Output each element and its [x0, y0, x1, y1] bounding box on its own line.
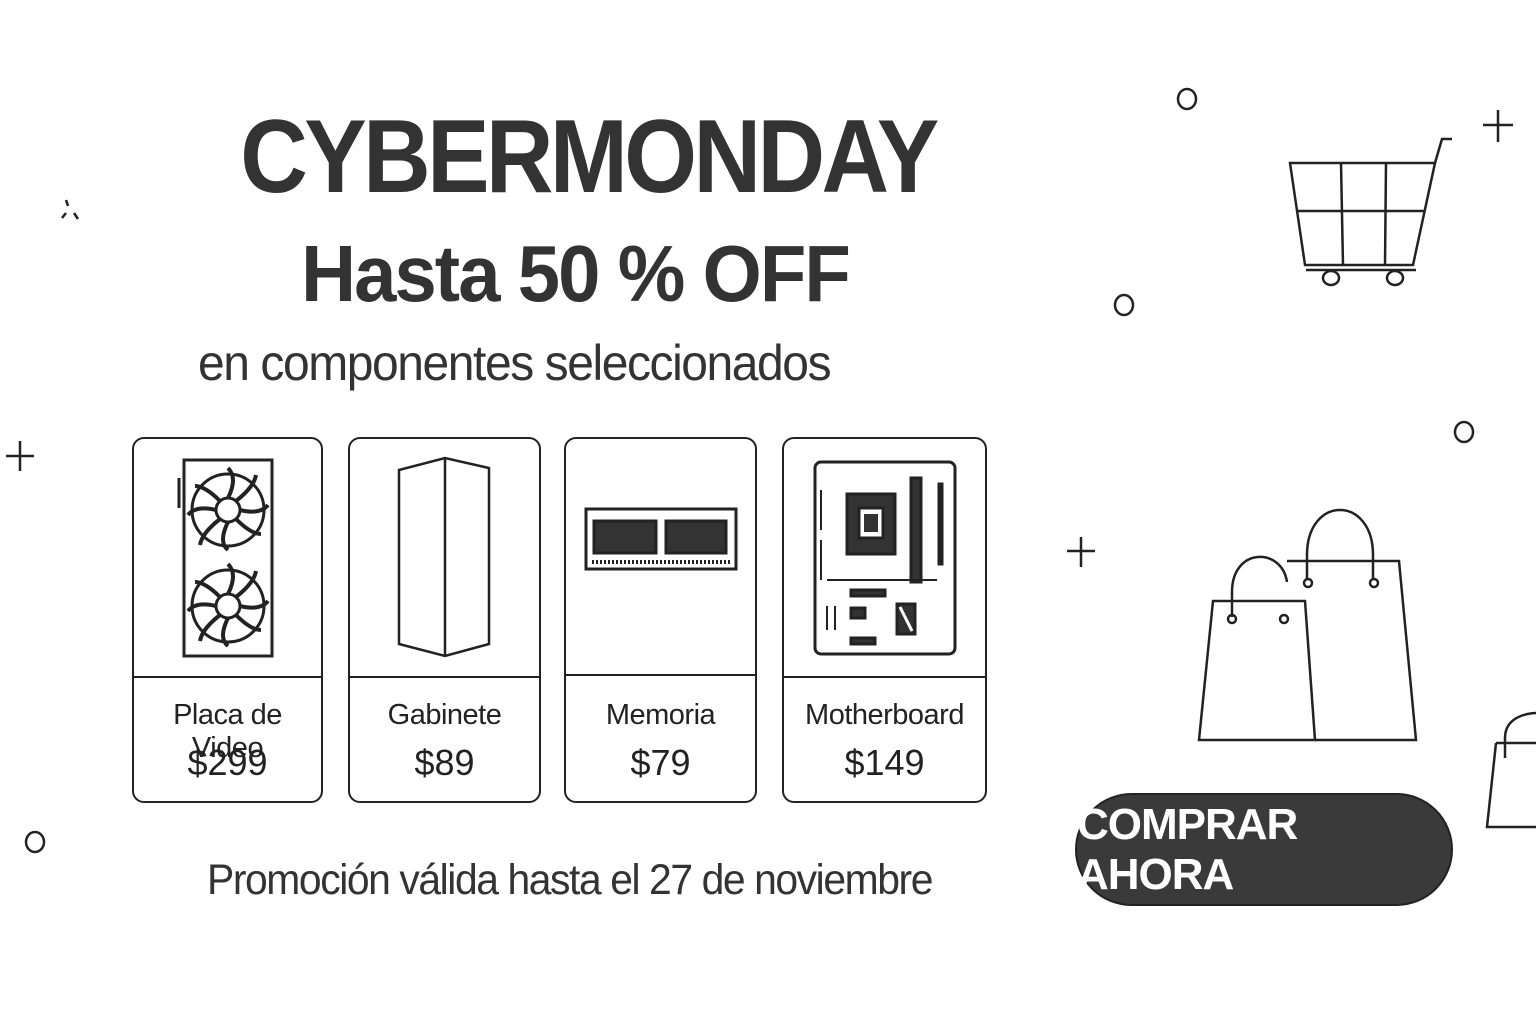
product-card-motherboard[interactable]: Motherboard $149 — [782, 437, 987, 803]
product-price: $149 — [844, 742, 925, 783]
circle-icon — [1113, 293, 1135, 317]
product-name: Motherboard — [805, 699, 964, 731]
product-price: $79 — [630, 742, 691, 783]
pc-case-icon — [350, 439, 539, 678]
buy-now-button[interactable]: COMPRAR AHORA — [1075, 793, 1453, 906]
product-card-memory[interactable]: Memoria $79 — [564, 437, 757, 803]
product-name: Memoria — [605, 699, 716, 731]
product-price: $89 — [414, 742, 475, 783]
product-card-pc-case[interactable]: Gabinete $89 — [348, 437, 541, 803]
plus-icon — [1067, 537, 1095, 567]
shopping-bags-icon — [1197, 508, 1536, 829]
plus-icon — [1483, 110, 1513, 142]
sparkle-icon — [61, 199, 80, 220]
circle-icon — [1453, 420, 1475, 444]
circle-icon — [1176, 87, 1198, 111]
shopping-cart-icon — [1288, 137, 1452, 287]
product-name: Gabinete — [387, 699, 502, 731]
validity-text: Promoción válida hasta el 27 de noviembr… — [207, 856, 933, 904]
motherboard-icon — [784, 439, 985, 678]
plus-icon — [6, 441, 34, 471]
graphics-card-icon — [134, 439, 321, 678]
ram-memory-icon — [566, 439, 755, 676]
circle-icon — [24, 830, 46, 854]
product-price: $299 — [187, 742, 268, 783]
product-card-graphics-card[interactable]: Placa de Video $299 — [132, 437, 323, 803]
